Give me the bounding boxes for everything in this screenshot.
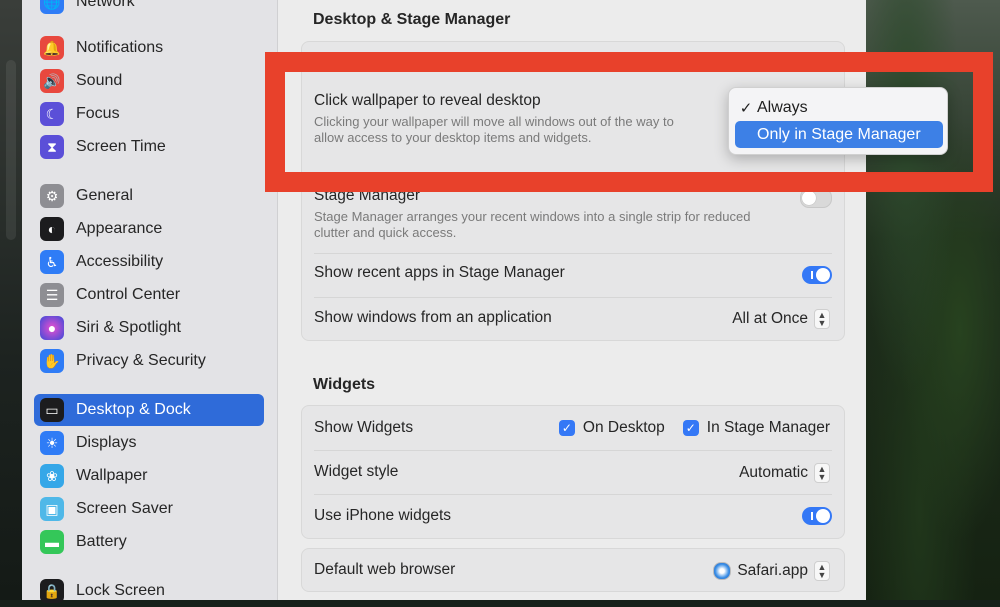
- switches-icon: ☰: [40, 283, 64, 307]
- hourglass-icon: ⧗: [40, 135, 64, 159]
- sidebar-item-lock-screen[interactable]: 🔒 Lock Screen: [34, 575, 264, 607]
- gear-icon: ⚙: [40, 184, 64, 208]
- safari-icon: [713, 562, 732, 580]
- stage-manager-row: Stage Manager Stage Manager arranges you…: [314, 187, 832, 241]
- bell-icon: 🔔: [40, 36, 64, 60]
- sidebar-item-general[interactable]: ⚙ General: [34, 180, 264, 212]
- speaker-icon: 🔊: [40, 69, 64, 93]
- sidebar-item-label: Accessibility: [76, 253, 164, 270]
- default-browser-value: Safari.app: [737, 562, 808, 579]
- default-browser-select[interactable]: Safari.app ▲ ▼: [713, 561, 830, 581]
- sidebar-item-label: Battery: [76, 533, 127, 550]
- divider: [314, 494, 832, 495]
- popup-option-label: Only in Stage Manager: [757, 125, 921, 143]
- sidebar-item-desktop-dock[interactable]: ▭ Desktop & Dock: [34, 394, 264, 426]
- windows-from-app-label: Show windows from an application: [314, 309, 552, 326]
- battery-icon: ▬: [40, 530, 64, 554]
- sidebar-item-control-center[interactable]: ☰ Control Center: [34, 279, 264, 311]
- on-desktop-label: On Desktop: [582, 419, 665, 436]
- sidebar-item-screen-time[interactable]: ⧗ Screen Time: [34, 131, 264, 163]
- iphone-widgets-row: Use iPhone widgets: [314, 507, 832, 525]
- sidebar-item-label: Focus: [76, 105, 120, 122]
- show-widgets-options: ✓ On Desktop ✓ In Stage Manager: [558, 419, 830, 437]
- on-desktop-checkbox[interactable]: ✓: [558, 420, 575, 436]
- iphone-widgets-label: Use iPhone widgets: [314, 507, 451, 524]
- sidebar-item-label: Screen Time: [76, 138, 166, 155]
- sidebar-item-label: Sound: [76, 72, 123, 89]
- default-browser-label: Default web browser: [314, 561, 456, 578]
- appearance-icon: ◐: [40, 217, 64, 241]
- sidebar-item-wallpaper[interactable]: ❀ Wallpaper: [34, 460, 264, 492]
- sidebar-item-focus[interactable]: ☾ Focus: [34, 98, 264, 130]
- sidebar-item-label: Appearance: [76, 220, 163, 237]
- sidebar-item-displays[interactable]: ☀ Displays: [34, 427, 264, 459]
- recent-apps-row: Show recent apps in Stage Manager: [314, 264, 832, 282]
- sidebar-item-label: Displays: [76, 434, 137, 451]
- popup-option-only-in-stage-manager[interactable]: Only in Stage Manager: [735, 121, 943, 148]
- in-stage-manager-label: In Stage Manager: [706, 419, 830, 436]
- flower-icon: ❀: [40, 464, 64, 488]
- sidebar-item-siri-spotlight[interactable]: ● Siri & Spotlight: [34, 312, 264, 344]
- sidebar-item-label: Screen Saver: [76, 500, 173, 517]
- stage-manager-description-1: Stage Manager arranges your recent windo…: [314, 209, 751, 224]
- popup-option-label: Always: [757, 98, 808, 116]
- iphone-widgets-toggle[interactable]: [802, 507, 832, 525]
- sidebar-item-label: Control Center: [76, 286, 181, 303]
- widget-style-select[interactable]: Automatic ▲ ▼: [739, 463, 830, 483]
- screen-saver-icon: ▣: [40, 497, 64, 521]
- sidebar-item-label: Network: [76, 0, 135, 10]
- show-widgets-label: Show Widgets: [314, 419, 414, 436]
- sidebar-item-notifications[interactable]: 🔔 Notifications: [34, 32, 264, 64]
- checkmark-icon: ✓: [739, 99, 753, 117]
- chevron-up-down-icon: ▲ ▼: [814, 561, 830, 581]
- wallpaper-highlight: [6, 60, 16, 240]
- sun-icon: ☀: [40, 431, 64, 455]
- section-title-stage-manager: Desktop & Stage Manager: [313, 11, 511, 28]
- sidebar-item-label: General: [76, 187, 133, 204]
- lock-icon: 🔒: [40, 579, 64, 603]
- sidebar-item-label: Notifications: [76, 39, 164, 56]
- sidebar-item-label: Privacy & Security: [76, 352, 206, 369]
- sidebar: 🌐 Network 🔔 Notifications 🔊 Sound ☾ Focu…: [22, 0, 278, 603]
- sidebar-item-label: Siri & Spotlight: [76, 319, 181, 336]
- popup-option-always[interactable]: ✓ Always: [735, 94, 943, 121]
- section-title-widgets: Widgets: [313, 376, 376, 393]
- sidebar-item-privacy-security[interactable]: ✋ Privacy & Security: [34, 345, 264, 377]
- windows-from-app-value: All at Once: [732, 310, 808, 327]
- sidebar-item-label: Lock Screen: [76, 582, 165, 599]
- sidebar-item-label: Wallpaper: [76, 467, 148, 484]
- reveal-desktop-popup-menu: ✓ Always Only in Stage Manager: [728, 87, 948, 155]
- browser-card: Default web browser Safari.app ▲ ▼: [301, 548, 845, 592]
- sidebar-item-network[interactable]: 🌐 Network: [34, 0, 264, 18]
- sidebar-item-appearance[interactable]: ◐ Appearance: [34, 213, 264, 245]
- sidebar-item-battery[interactable]: ▬ Battery: [34, 526, 264, 558]
- widgets-card: Show Widgets ✓ On Desktop ✓ In Stage Man…: [301, 405, 845, 539]
- accessibility-icon: ♿: [40, 250, 64, 274]
- recent-apps-label: Show recent apps in Stage Manager: [314, 264, 565, 281]
- dock-icon: ▭: [40, 398, 64, 422]
- sidebar-item-screen-saver[interactable]: ▣ Screen Saver: [34, 493, 264, 525]
- in-stage-manager-checkbox[interactable]: ✓: [682, 420, 699, 436]
- hand-icon: ✋: [40, 349, 64, 373]
- recent-apps-toggle[interactable]: [802, 266, 832, 284]
- stage-manager-description-2: clutter and quick access.: [314, 225, 457, 240]
- divider: [314, 253, 832, 254]
- sidebar-item-sound[interactable]: 🔊 Sound: [34, 65, 264, 97]
- divider: [314, 297, 832, 298]
- sidebar-item-label: Desktop & Dock: [76, 401, 191, 418]
- windows-from-app-select[interactable]: All at Once ▲ ▼: [732, 309, 830, 329]
- moon-icon: ☾: [40, 102, 64, 126]
- wallpaper-left-strip: [0, 0, 22, 600]
- widget-style-label: Widget style: [314, 463, 399, 480]
- siri-icon: ●: [40, 316, 64, 340]
- chevron-up-down-icon: ▲ ▼: [814, 463, 830, 483]
- globe-icon: 🌐: [40, 0, 64, 14]
- chevron-up-down-icon: ▲ ▼: [814, 309, 830, 329]
- divider: [314, 450, 832, 451]
- widget-style-value: Automatic: [739, 464, 808, 481]
- sidebar-item-accessibility[interactable]: ♿ Accessibility: [34, 246, 264, 278]
